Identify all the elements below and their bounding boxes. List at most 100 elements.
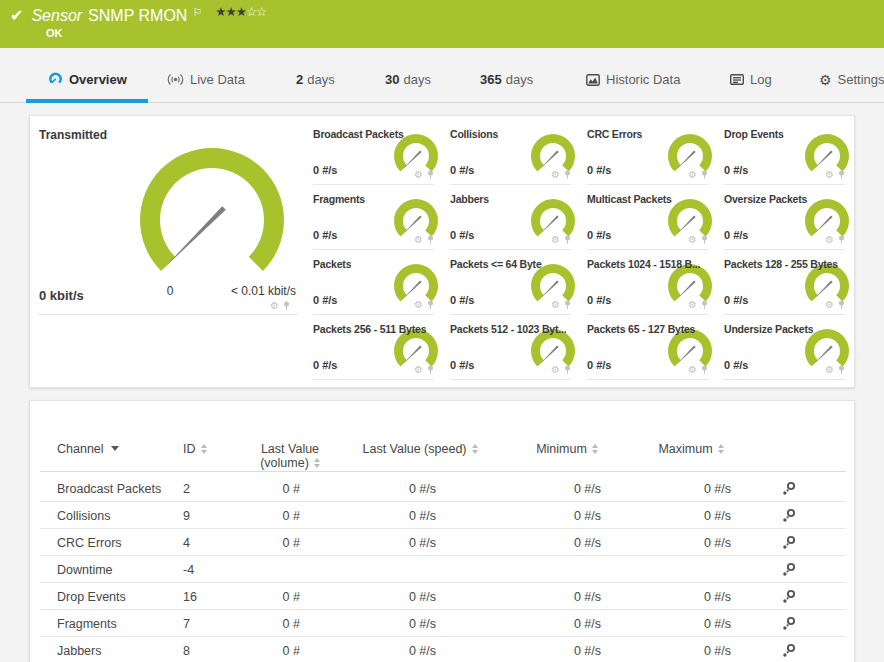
channel-id: 16 <box>183 590 197 604</box>
tab-live-data[interactable]: Live Data <box>167 72 245 87</box>
gauge-settings-gear-icon[interactable]: ⚙ <box>414 170 423 180</box>
channel-settings-icon[interactable] <box>782 643 796 658</box>
gauge-settings-gear-icon[interactable]: ⚙ <box>825 365 834 375</box>
channel-last-value-speed: 0 #/s <box>336 617 436 631</box>
column-header-last-value-speed[interactable]: Last Value (speed) <box>355 442 485 456</box>
sensor-title-row: ✔ Sensor SNMP RMON ⚐ ★★★☆☆ <box>10 5 266 26</box>
channel-gauge-cell: Packets 512 - 1023 Byt... 0 #/s ⚙ <box>442 315 579 380</box>
channel-gauge-value: 0 #/s <box>724 294 748 306</box>
channel-minimum: 0 #/s <box>501 536 601 550</box>
channel-table-row: Jabbers 8 0 # 0 #/s 0 #/s 0 #/s <box>40 637 846 662</box>
gauge-pin-icon[interactable] <box>563 365 572 375</box>
channel-gauge-cell: Packets 256 - 511 Bytes 0 #/s ⚙ <box>305 315 442 380</box>
gauge-pin-icon[interactable] <box>563 235 572 245</box>
channel-settings-icon[interactable] <box>782 589 796 604</box>
column-header-id[interactable]: ID <box>183 442 207 456</box>
gauge-pin-icon[interactable] <box>282 301 291 311</box>
gauge-settings-gear-icon[interactable]: ⚙ <box>688 170 697 180</box>
gauge-settings-gear-icon[interactable]: ⚙ <box>688 300 697 310</box>
channel-gauge-value: 0 #/s <box>724 359 748 371</box>
status-check-icon: ✔ <box>10 5 23 26</box>
channel-gauge-cell: Jabbers 0 #/s ⚙ <box>442 185 579 250</box>
gauge-pin-icon[interactable] <box>837 170 846 180</box>
channel-minimum: 0 #/s <box>501 482 601 496</box>
gauge-pin-icon[interactable] <box>426 365 435 375</box>
tab-overview[interactable]: Overview <box>48 72 127 87</box>
channel-gauge-label: Undersize Packets <box>724 323 813 335</box>
gauge-settings-gear-icon[interactable]: ⚙ <box>414 365 423 375</box>
tab-overview-label: Overview <box>69 72 127 87</box>
channel-gauge-cell: Collisions 0 #/s ⚙ <box>442 120 579 185</box>
gauge-pin-icon[interactable] <box>426 235 435 245</box>
gauge-pin-icon[interactable] <box>837 300 846 310</box>
tab-30-days[interactable]: 30 days <box>385 72 431 87</box>
gauge-pin-icon[interactable] <box>700 365 709 375</box>
gauge-pin-icon[interactable] <box>426 170 435 180</box>
channel-gauge-cell: Broadcast Packets 0 #/s ⚙ <box>305 120 442 185</box>
tab-30-days-label: days <box>403 72 430 87</box>
gauge-settings-gear-icon[interactable]: ⚙ <box>688 365 697 375</box>
channel-settings-icon[interactable] <box>782 535 796 550</box>
gauge-pin-icon[interactable] <box>426 300 435 310</box>
sort-icon <box>592 444 598 454</box>
gauge-settings-gear-icon[interactable]: ⚙ <box>414 235 423 245</box>
gauge-settings-gear-icon[interactable]: ⚙ <box>825 300 834 310</box>
channel-gauge-value: 0 #/s <box>587 294 611 306</box>
tab-log[interactable]: Log <box>730 72 772 87</box>
tab-settings[interactable]: ⚙ Settings <box>819 72 884 87</box>
gauge-pin-icon[interactable] <box>563 170 572 180</box>
gauge-pin-icon[interactable] <box>563 300 572 310</box>
gauge-pin-icon[interactable] <box>837 365 846 375</box>
gauge-settings-gear-icon[interactable]: ⚙ <box>825 170 834 180</box>
tab-historic-data[interactable]: Historic Data <box>586 72 680 87</box>
gauge-pin-icon[interactable] <box>837 235 846 245</box>
channel-id: -4 <box>183 563 194 577</box>
gauge-pin-icon[interactable] <box>700 300 709 310</box>
channel-settings-icon[interactable] <box>782 508 796 523</box>
column-header-channel[interactable]: Channel <box>57 442 119 456</box>
channel-last-value-speed: 0 #/s <box>336 590 436 604</box>
channel-gauge-label: Packets 128 - 255 Bytes <box>724 258 838 270</box>
gauge-settings-gear-icon[interactable]: ⚙ <box>270 301 279 311</box>
flag-icon[interactable]: ⚐ <box>192 6 202 19</box>
priority-stars[interactable]: ★★★☆☆ <box>215 5 266 19</box>
channel-gauge-cell: Packets 65 - 127 Bytes 0 #/s ⚙ <box>579 315 716 380</box>
channel-table-row: Broadcast Packets 2 0 # 0 #/s 0 #/s 0 #/… <box>40 475 846 502</box>
divider <box>40 471 846 472</box>
gauges-panel: Transmitted 0 < 0.01 kbit/s 0 kbit/s ⚙ B… <box>29 115 855 388</box>
gauge-settings-gear-icon[interactable]: ⚙ <box>551 300 560 310</box>
channel-settings-icon[interactable] <box>782 481 796 496</box>
channel-gauge-cell: Multicast Packets 0 #/s ⚙ <box>579 185 716 250</box>
gauge-settings-gear-icon[interactable]: ⚙ <box>414 300 423 310</box>
chart-icon <box>586 74 600 86</box>
gauge-settings-gear-icon[interactable]: ⚙ <box>551 235 560 245</box>
channel-name: Downtime <box>57 563 113 577</box>
channel-settings-icon[interactable] <box>782 616 796 631</box>
channel-gauge-label: Fragments <box>313 193 365 205</box>
channel-settings-icon[interactable] <box>782 562 796 577</box>
channel-last-value-volume: 0 # <box>200 509 300 523</box>
column-header-maximum[interactable]: Maximum <box>631 442 751 456</box>
channel-maximum: 0 #/s <box>631 590 731 604</box>
gauge-settings-gear-icon[interactable]: ⚙ <box>825 235 834 245</box>
channel-gauge-value: 0 #/s <box>587 229 611 241</box>
tab-2-days[interactable]: 2 days <box>296 72 335 87</box>
gauge-settings-gear-icon[interactable]: ⚙ <box>551 170 560 180</box>
channel-name: Collisions <box>57 509 111 523</box>
gauge-settings-gear-icon[interactable]: ⚙ <box>688 235 697 245</box>
tab-365-days[interactable]: 365 days <box>480 72 533 87</box>
main-gauge-value: 0 kbit/s <box>39 288 84 303</box>
channel-gauge-label: Drop Events <box>724 128 784 140</box>
channel-last-value-volume: 0 # <box>200 536 300 550</box>
sort-icon <box>718 444 724 454</box>
channel-gauge-label: Jabbers <box>450 193 489 205</box>
divider <box>38 314 298 315</box>
gauge-pin-icon[interactable] <box>700 170 709 180</box>
gauge-pin-icon[interactable] <box>700 235 709 245</box>
channels-table-panel: Channel ID Last Value(volume) Last Value… <box>29 400 855 662</box>
channel-gauge-label: Packets <= 64 Byte <box>450 258 542 270</box>
gauge-settings-gear-icon[interactable]: ⚙ <box>551 365 560 375</box>
column-header-last-value-volume[interactable]: Last Value(volume) <box>230 442 350 470</box>
column-header-minimum[interactable]: Minimum <box>507 442 627 456</box>
tab-log-label: Log <box>750 72 772 87</box>
